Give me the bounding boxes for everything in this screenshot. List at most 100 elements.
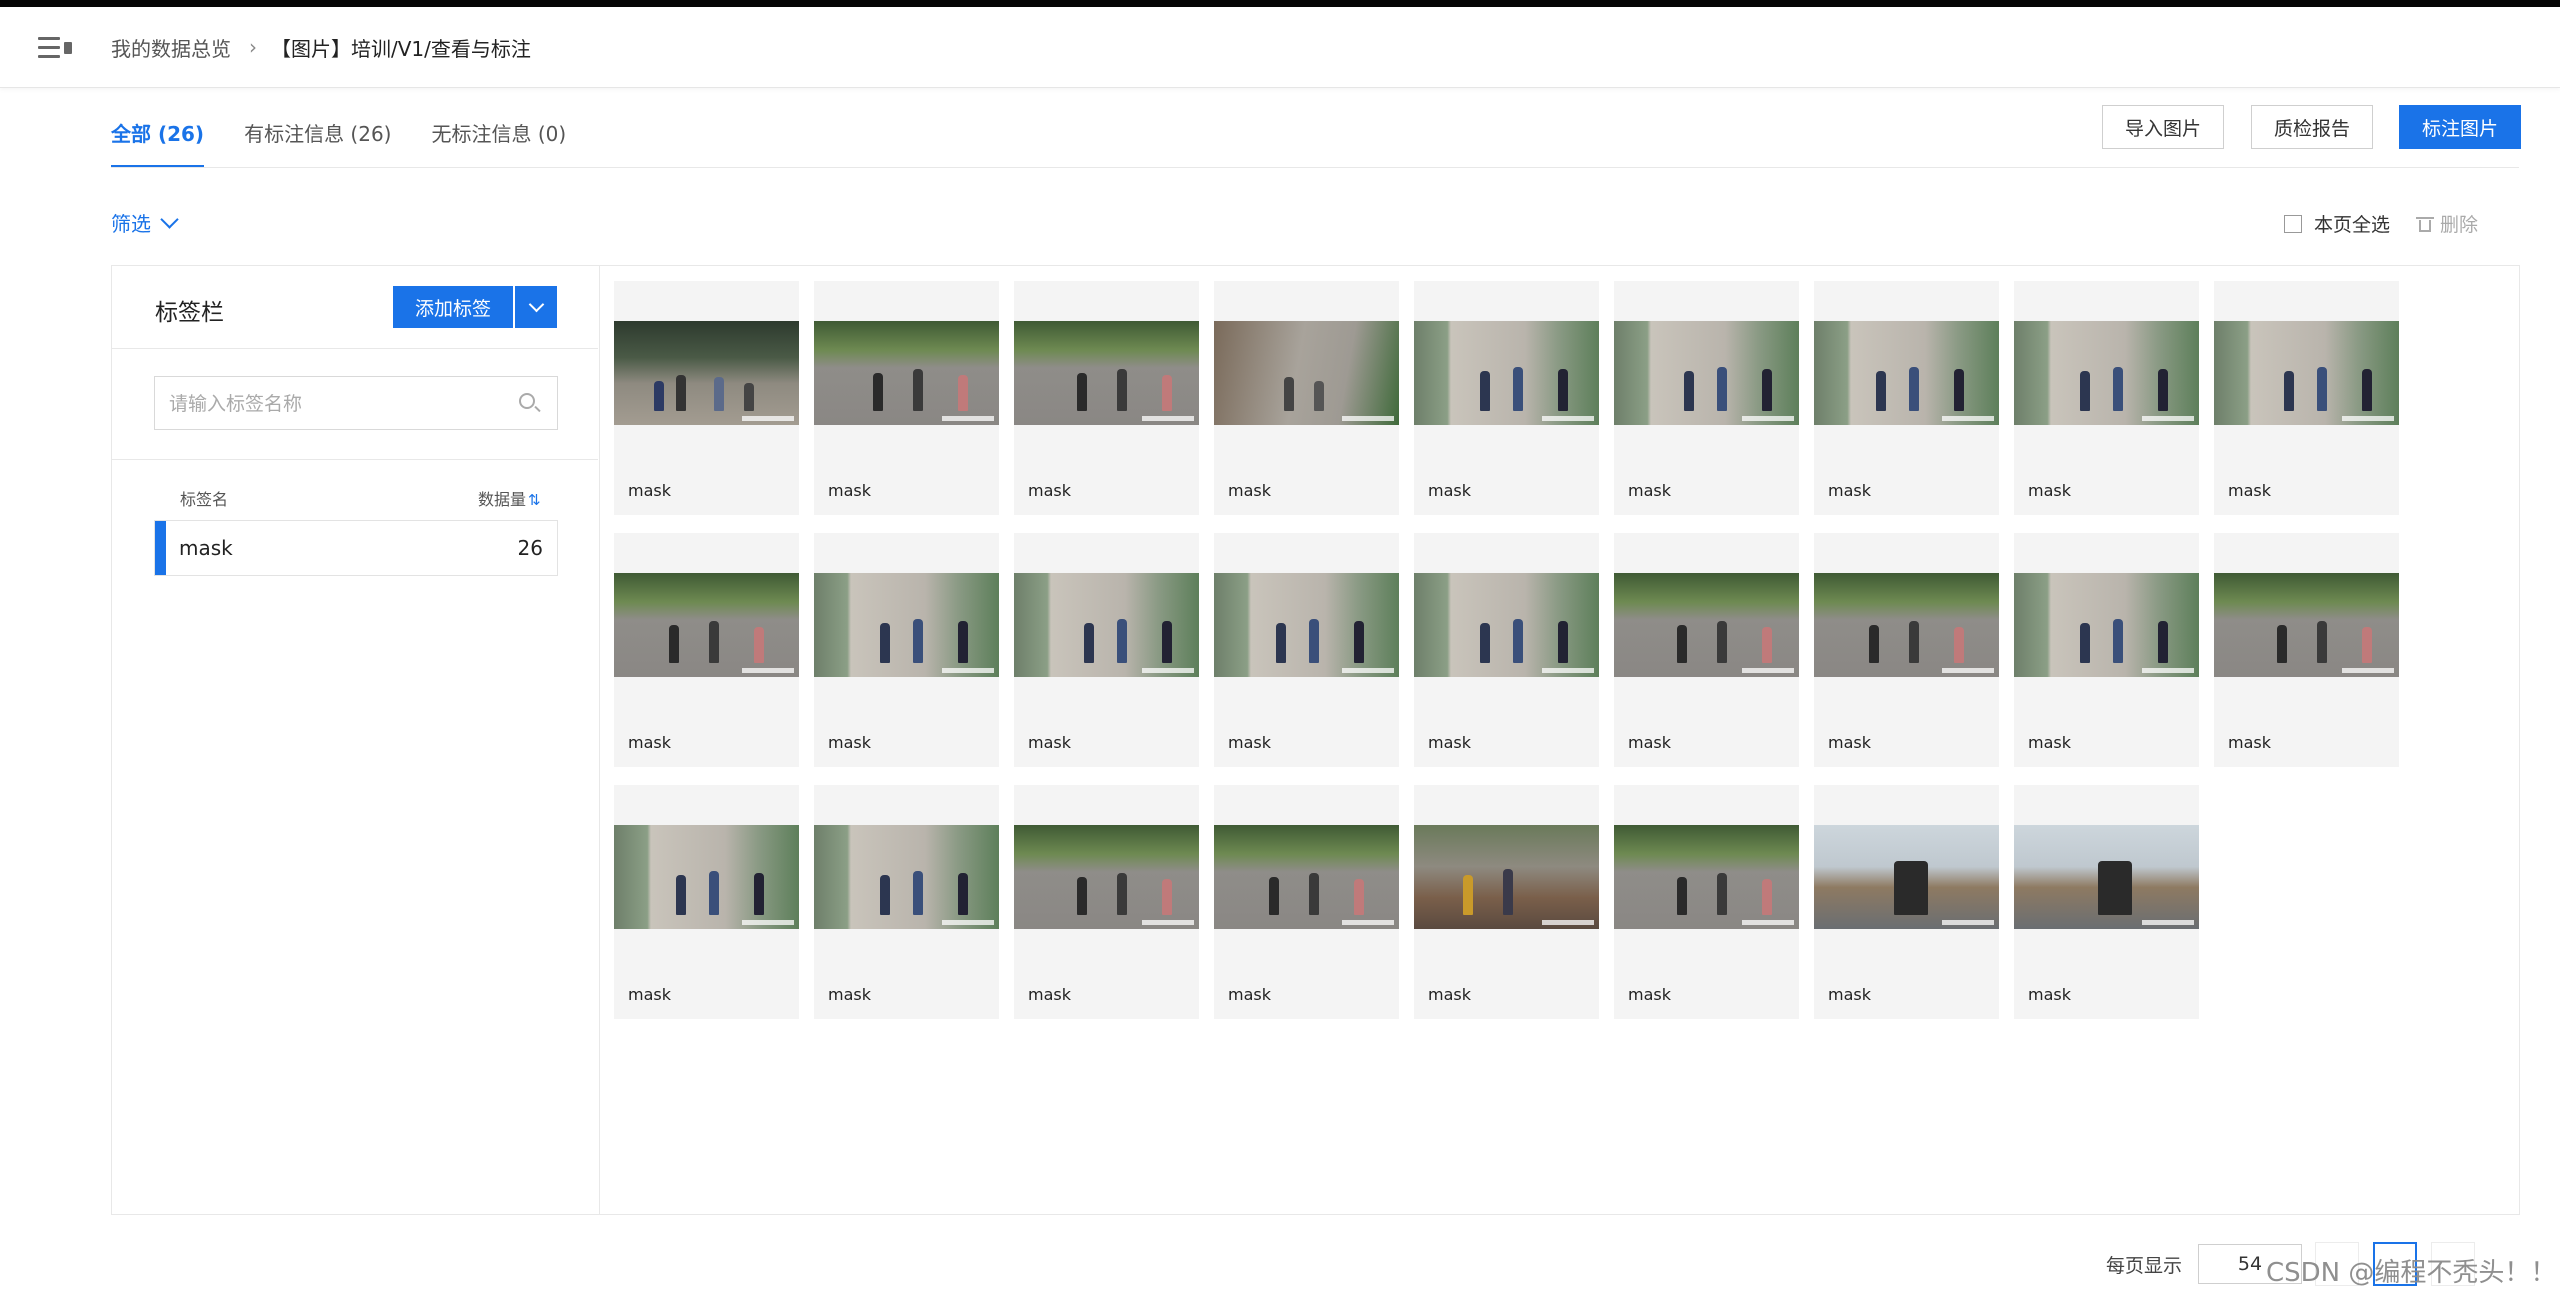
image-card[interactable]: mask xyxy=(2014,785,2199,1019)
image-card[interactable]: mask xyxy=(2214,281,2399,515)
label-sidebar: 标签栏 添加标签 标签名 数据量⇅ mask 26 xyxy=(112,266,600,1214)
col-data-count[interactable]: 数据量 ⇅ xyxy=(478,486,541,510)
image-card[interactable]: mask xyxy=(814,785,999,1019)
image-card[interactable]: mask xyxy=(1414,533,1599,767)
image-thumbnail[interactable] xyxy=(1814,321,1999,425)
menu-toggle-icon[interactable] xyxy=(38,37,72,59)
image-thumbnail[interactable] xyxy=(2214,321,2399,425)
image-label: mask xyxy=(828,985,871,1004)
image-thumbnail[interactable] xyxy=(614,321,799,425)
sidebar-title: 标签栏 xyxy=(155,300,224,326)
select-all-page[interactable]: 本页全选 xyxy=(2284,210,2390,237)
image-card[interactable]: mask xyxy=(1014,785,1199,1019)
image-thumbnail[interactable] xyxy=(1814,825,1999,929)
image-card[interactable]: mask xyxy=(1414,281,1599,515)
image-thumbnail[interactable] xyxy=(1214,573,1399,677)
image-thumbnail[interactable] xyxy=(1414,573,1599,677)
image-thumbnail[interactable] xyxy=(2014,825,2199,929)
import-images-button[interactable]: 导入图片 xyxy=(2102,105,2224,149)
image-card[interactable]: mask xyxy=(2014,281,2199,515)
image-thumbnail[interactable] xyxy=(1214,321,1399,425)
image-card[interactable]: mask xyxy=(1814,785,1999,1019)
per-page-label: 每页显示 xyxy=(2106,1254,2183,1277)
image-label: mask xyxy=(1028,985,1071,1004)
image-card[interactable]: mask xyxy=(1014,281,1199,515)
image-label: mask xyxy=(1428,985,1471,1004)
image-card[interactable]: mask xyxy=(1014,533,1199,767)
label-search-box xyxy=(154,376,558,431)
image-card[interactable]: mask xyxy=(2014,533,2199,767)
delete-button[interactable]: 删除 xyxy=(2416,210,2479,237)
image-label: mask xyxy=(1628,733,1671,752)
image-thumbnail[interactable] xyxy=(1614,573,1799,677)
add-label-button[interactable]: 添加标签 xyxy=(393,286,513,328)
select-all-checkbox[interactable] xyxy=(2284,214,2302,233)
sort-icon[interactable]: ⇅ xyxy=(528,491,541,509)
image-label: mask xyxy=(1628,985,1671,1004)
image-card[interactable]: mask xyxy=(1614,533,1799,767)
image-thumbnail[interactable] xyxy=(614,573,799,677)
image-thumbnail[interactable] xyxy=(814,825,999,929)
image-label: mask xyxy=(1828,985,1871,1004)
image-label: mask xyxy=(1028,481,1071,500)
filter-label: 筛选 xyxy=(111,212,151,236)
delete-label: 删除 xyxy=(2440,214,2479,236)
image-card[interactable]: mask xyxy=(814,533,999,767)
filter-toggle[interactable]: 筛选 xyxy=(111,208,179,237)
image-card[interactable]: mask xyxy=(1814,281,1999,515)
image-thumbnail[interactable] xyxy=(1414,321,1599,425)
sidebar-divider xyxy=(112,348,598,349)
label-row-mask[interactable]: mask 26 xyxy=(154,520,558,576)
image-label: mask xyxy=(1428,733,1471,752)
image-thumbnail[interactable] xyxy=(2014,321,2199,425)
image-thumbnail[interactable] xyxy=(2214,573,2399,677)
image-card[interactable]: mask xyxy=(1214,785,1399,1019)
image-label: mask xyxy=(2028,733,2071,752)
image-card[interactable]: mask xyxy=(814,281,999,515)
image-thumbnail[interactable] xyxy=(1414,825,1599,929)
image-card[interactable]: mask xyxy=(1414,785,1599,1019)
image-thumbnail[interactable] xyxy=(1214,825,1399,929)
image-card[interactable]: mask xyxy=(614,785,799,1019)
image-card[interactable]: mask xyxy=(614,281,799,515)
image-thumbnail[interactable] xyxy=(2014,573,2199,677)
tab-annotated[interactable]: 有标注信息 (26) xyxy=(244,100,391,168)
image-thumbnail[interactable] xyxy=(1614,825,1799,929)
tabs-divider xyxy=(111,167,2519,168)
breadcrumb-current: 【图片】培训/V1/查看与标注 xyxy=(271,36,531,61)
image-label: mask xyxy=(2028,481,2071,500)
image-thumbnail[interactable] xyxy=(814,573,999,677)
trash-icon xyxy=(2416,216,2434,232)
label-search-input[interactable] xyxy=(155,377,511,431)
image-label: mask xyxy=(1828,733,1871,752)
image-label: mask xyxy=(628,985,671,1004)
image-thumbnail[interactable] xyxy=(1014,321,1199,425)
top-header: 我的数据总览 › 【图片】培训/V1/查看与标注 xyxy=(0,7,2560,88)
image-card[interactable]: mask xyxy=(2214,533,2399,767)
image-card[interactable]: mask xyxy=(1214,533,1399,767)
image-card[interactable]: mask xyxy=(1614,281,1799,515)
image-thumbnail[interactable] xyxy=(814,321,999,425)
image-thumbnail[interactable] xyxy=(614,825,799,929)
tab-unannotated[interactable]: 无标注信息 (0) xyxy=(432,100,567,168)
tab-all[interactable]: 全部 (26) xyxy=(111,100,205,168)
content-panel: 标签栏 添加标签 标签名 数据量⇅ mask 26 mask mask mask ma… xyxy=(111,265,2520,1215)
image-card[interactable]: mask xyxy=(1614,785,1799,1019)
image-thumbnail[interactable] xyxy=(1814,573,1999,677)
annotate-images-button[interactable]: 标注图片 xyxy=(2399,105,2521,149)
add-label-dropdown-button[interactable] xyxy=(515,286,557,328)
search-icon[interactable] xyxy=(519,393,535,409)
image-thumbnail[interactable] xyxy=(1014,573,1199,677)
watermark-text: CSDN @编程不秃头！！ xyxy=(2266,1258,2557,1288)
image-card[interactable]: mask xyxy=(1214,281,1399,515)
image-card[interactable]: mask xyxy=(614,533,799,767)
image-thumbnail[interactable] xyxy=(1614,321,1799,425)
image-card[interactable]: mask xyxy=(1814,533,1999,767)
image-label: mask xyxy=(2228,733,2271,752)
quality-report-button[interactable]: 质检报告 xyxy=(2251,105,2373,149)
window-top-strip xyxy=(0,0,2560,7)
image-thumbnail[interactable] xyxy=(1014,825,1199,929)
breadcrumb-root-link[interactable]: 我的数据总览 xyxy=(111,33,231,62)
image-label: mask xyxy=(1228,733,1271,752)
chevron-down-icon xyxy=(528,296,544,312)
